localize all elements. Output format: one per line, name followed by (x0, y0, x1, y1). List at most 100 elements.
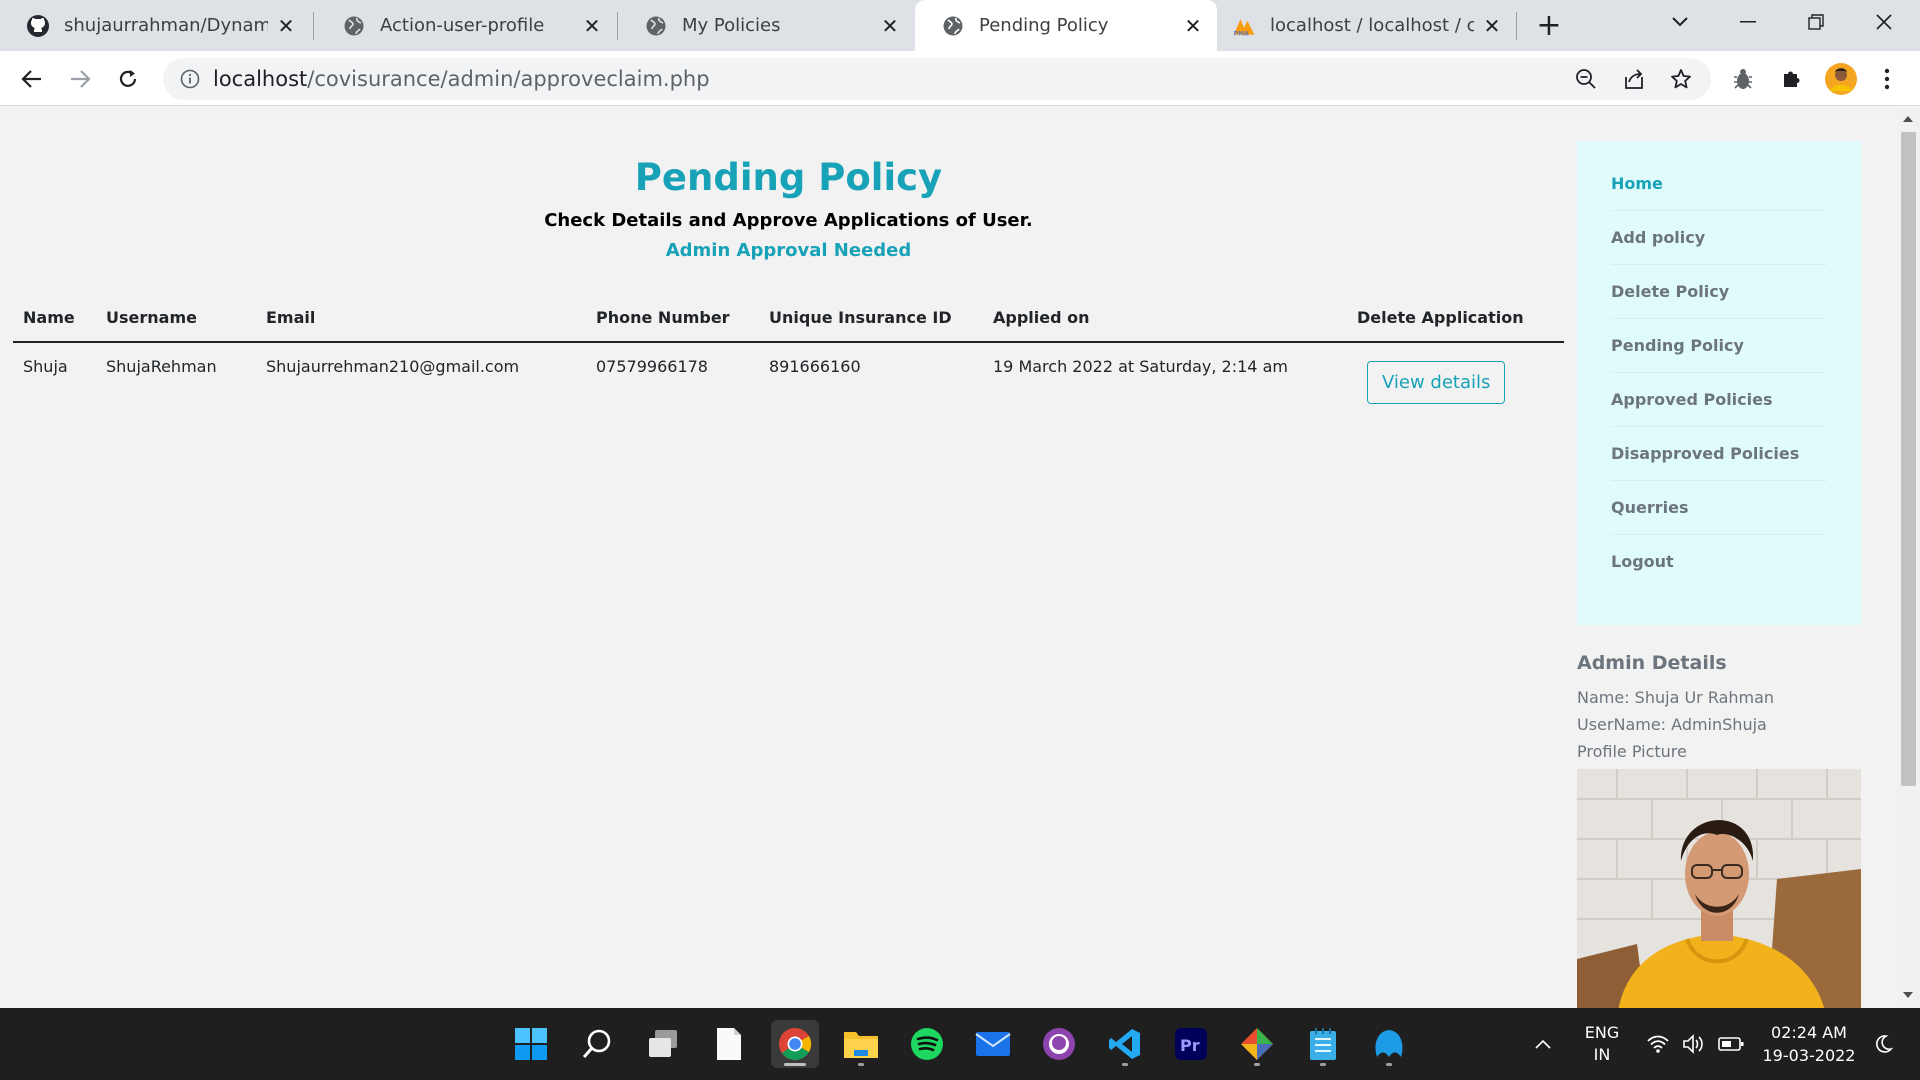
git-client-icon[interactable] (1233, 1020, 1281, 1068)
column-header-applied-on: Applied on (983, 292, 1347, 343)
wifi-icon[interactable] (1644, 1008, 1672, 1080)
mysql-workbench-icon[interactable] (1365, 1020, 1413, 1068)
tab-pending-policy[interactable]: Pending Policy ✕ (915, 0, 1217, 51)
running-app-indicator (1320, 1063, 1326, 1066)
scroll-down-arrow-icon[interactable] (1903, 992, 1913, 998)
notification-moon-icon[interactable] (1868, 1008, 1898, 1080)
spotify-icon[interactable] (903, 1020, 951, 1068)
clock-time: 02:24 AM (1771, 1023, 1847, 1042)
tab-my-policies[interactable]: My Policies ✕ (618, 0, 914, 51)
vscode-icon[interactable] (1101, 1020, 1149, 1068)
tab-close-icon[interactable]: ✕ (276, 14, 296, 38)
url-host: localhost (213, 67, 308, 91)
reload-icon[interactable] (110, 61, 146, 97)
admin-details-title: Admin Details (1577, 652, 1727, 674)
restore-icon[interactable] (1786, 0, 1846, 44)
task-view-icon[interactable] (639, 1020, 687, 1068)
running-app-indicator (1254, 1063, 1260, 1066)
notepad-file-icon[interactable] (705, 1020, 753, 1068)
site-info-icon[interactable] (177, 66, 203, 92)
extension-bug-icon[interactable] (1729, 65, 1757, 93)
view-details-button[interactable]: View details (1367, 361, 1506, 404)
forward-arrow-icon[interactable] (62, 61, 98, 97)
zoom-out-icon[interactable] (1573, 66, 1599, 92)
tab-close-icon[interactable]: ✕ (582, 14, 602, 38)
browser-tab-strip: shujaurrahman/Dynamic-I ✕ Action-user-pr… (0, 0, 1920, 51)
windows-start-icon[interactable] (507, 1020, 555, 1068)
admin-profile-picture (1577, 769, 1861, 1008)
bookmark-star-icon[interactable] (1668, 66, 1694, 92)
tab-title: Pending Policy (979, 15, 1109, 36)
clock[interactable]: 02:24 AM 19-03-2022 (1756, 1008, 1862, 1080)
phpmyadmin-icon: PMA (1232, 14, 1256, 38)
page-content: Pending Policy Check Details and Approve… (0, 106, 1920, 1008)
sidebar-item-disapproved-policies[interactable]: Disapproved Policies (1611, 427, 1827, 481)
profile-avatar[interactable] (1825, 63, 1857, 95)
tab-separator (313, 12, 314, 40)
tab-action-user-profile[interactable]: Action-user-profile ✕ (316, 0, 616, 51)
windows-taskbar: Pr ENG IN 02:24 AM 19-03-2022 (0, 1008, 1920, 1080)
language-indicator[interactable]: ENG IN (1576, 1008, 1628, 1080)
url-path: /covisurance/admin/approveclaim.php (307, 67, 710, 91)
sidebar-item-home[interactable]: Home (1611, 157, 1827, 211)
cell-phone: 07579966178 (596, 357, 708, 376)
back-arrow-icon[interactable] (14, 61, 50, 97)
admin-sidebar-nav: Home Add policy Delete Policy Pending Po… (1577, 141, 1861, 625)
sidebar-item-delete-policy[interactable]: Delete Policy (1611, 265, 1827, 319)
github-desktop-icon[interactable] (1035, 1020, 1083, 1068)
browser-menu-icon[interactable] (1873, 65, 1901, 93)
new-tab-button[interactable]: + (1534, 8, 1564, 43)
language-code: ENG (1584, 1023, 1620, 1042)
page-title: Pending Policy (634, 156, 943, 199)
globe-icon (342, 14, 366, 38)
admin-name: Name: Shuja Ur Rahman (1577, 688, 1775, 707)
cell-action: View details (1347, 342, 1564, 418)
chrome-icon[interactable] (771, 1020, 819, 1068)
tab-close-icon[interactable]: ✕ (880, 14, 900, 38)
tab-github[interactable]: shujaurrahman/Dynamic-I ✕ (0, 0, 310, 51)
approval-notice: Admin Approval Needed (665, 240, 912, 261)
volume-icon[interactable] (1680, 1008, 1708, 1080)
sidebar-item-querries[interactable]: Querries (1611, 481, 1827, 535)
page-scrollbar[interactable] (1897, 106, 1920, 1008)
search-icon[interactable] (573, 1020, 621, 1068)
close-window-icon[interactable] (1854, 0, 1914, 44)
scroll-up-arrow-icon[interactable] (1903, 116, 1913, 122)
sidebar-item-logout[interactable]: Logout (1611, 535, 1827, 589)
tab-separator (1516, 12, 1517, 40)
region-code: IN (1593, 1045, 1611, 1064)
column-header-insurance-id: Unique Insurance ID (759, 292, 983, 343)
clock-date: 19-03-2022 (1762, 1046, 1856, 1065)
cell-insurance-id: 891666160 (769, 357, 861, 376)
globe-icon (644, 14, 668, 38)
running-app-indicator (858, 1063, 864, 1066)
minimize-icon[interactable] (1718, 0, 1778, 44)
sidebar-item-add-policy[interactable]: Add policy (1611, 211, 1827, 265)
file-explorer-icon[interactable] (837, 1020, 885, 1068)
tab-phpmyadmin[interactable]: PMA localhost / localhost / cov ✕ (1218, 0, 1516, 51)
pending-policies-table: Name Username Email Phone Number Unique … (13, 292, 1564, 418)
battery-icon[interactable] (1716, 1008, 1746, 1080)
show-hidden-icons-chevron-up-icon[interactable] (1528, 1008, 1558, 1080)
notepad-icon[interactable] (1299, 1020, 1347, 1068)
column-header-phone: Phone Number (586, 292, 759, 343)
address-bar[interactable]: localhost/covisurance/admin/approveclaim… (163, 58, 1711, 100)
tab-close-icon[interactable]: ✕ (1183, 14, 1203, 38)
github-icon (26, 14, 50, 38)
premiere-pro-icon[interactable]: Pr (1167, 1020, 1215, 1068)
tab-close-icon[interactable]: ✕ (1482, 14, 1502, 38)
share-icon[interactable] (1621, 66, 1647, 92)
column-header-username: Username (96, 292, 256, 343)
svg-text:Pr: Pr (1180, 1036, 1200, 1055)
sidebar-item-approved-policies[interactable]: Approved Policies (1611, 373, 1827, 427)
column-header-delete-application: Delete Application (1347, 292, 1564, 343)
url-text[interactable]: localhost/covisurance/admin/approveclaim… (213, 67, 710, 91)
globe-icon (941, 14, 965, 38)
tab-search-chevron-down-icon[interactable] (1650, 0, 1710, 44)
sidebar-item-pending-policy[interactable]: Pending Policy (1611, 319, 1827, 373)
scrollbar-thumb[interactable] (1901, 132, 1916, 786)
active-app-indicator (784, 1063, 806, 1066)
table-row: Shuja ShujaRehman Shujaurrehman210@gmail… (13, 342, 1564, 418)
mail-icon[interactable] (969, 1020, 1017, 1068)
extensions-puzzle-icon[interactable] (1777, 65, 1805, 93)
